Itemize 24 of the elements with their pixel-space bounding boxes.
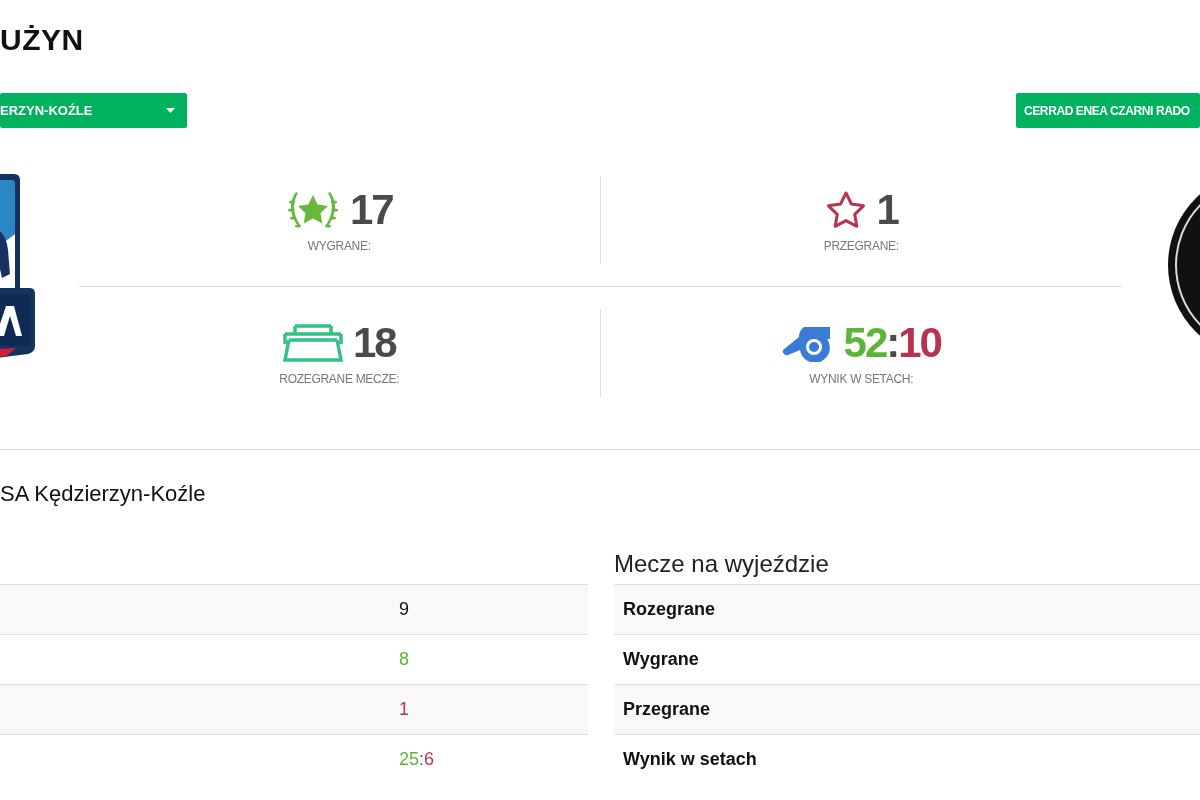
table-cell: 8 xyxy=(399,649,409,670)
table-cell: 9 xyxy=(399,599,409,620)
sets-score: 52:10 xyxy=(843,320,941,366)
stat-label: PRZEGRANE: xyxy=(823,239,899,253)
table-cell: Wynik w setach xyxy=(623,749,757,770)
table-icon xyxy=(282,324,343,362)
page-title: UŻYN xyxy=(0,22,85,58)
team-dropdown[interactable]: ERZYN-KOŹLE xyxy=(0,93,187,128)
table-title: Mecze na wyjeździe xyxy=(614,550,830,579)
table-cell: Przegrane xyxy=(623,699,711,720)
stat-value: 1 xyxy=(876,187,898,233)
stat-label: WYGRANE: xyxy=(307,239,371,253)
table-cell: Rozegrane xyxy=(623,599,716,620)
caret-icon xyxy=(166,108,175,113)
table-cell: 1 xyxy=(399,699,409,720)
team-button[interactable]: CERRAD ENEA CZARNI RADO xyxy=(1016,93,1200,128)
stat-value: 17 xyxy=(349,187,393,233)
team-name: SA Kędzierzyn-Koźle xyxy=(0,480,207,508)
stat-value: 18 xyxy=(352,320,396,366)
table-cell: 25:6 xyxy=(399,749,435,770)
stat-label: ROZEGRANE MECZE: xyxy=(279,372,400,386)
stat-label: WYNIK W SETACH: xyxy=(809,372,914,386)
star-icon xyxy=(824,190,867,230)
table-cell: Wygrane xyxy=(623,649,699,670)
